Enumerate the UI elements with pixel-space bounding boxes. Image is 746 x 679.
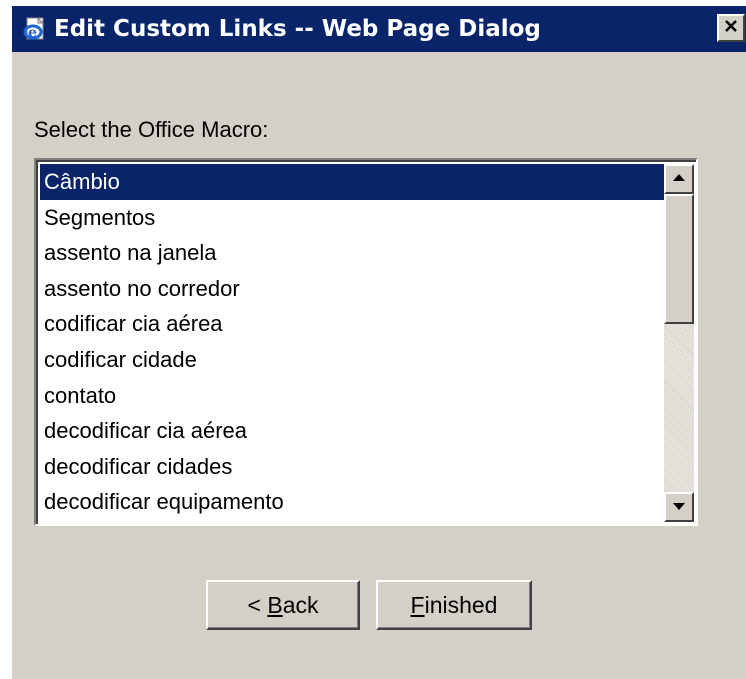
- close-button[interactable]: [717, 14, 745, 42]
- list-item[interactable]: Câmbio: [40, 164, 664, 200]
- arrow-up-icon: [672, 170, 686, 188]
- arrow-down-icon: [672, 498, 686, 516]
- macro-listbox[interactable]: Câmbio Segmentos assento na janela assen…: [34, 158, 698, 526]
- finished-button[interactable]: Finished: [376, 580, 532, 630]
- list-item[interactable]: decodificar cia aérea: [40, 413, 664, 449]
- list-item[interactable]: assento na janela: [40, 235, 664, 271]
- scroll-thumb[interactable]: [664, 194, 694, 324]
- close-icon: [723, 18, 739, 39]
- list-item[interactable]: codificar cia aérea: [40, 306, 664, 342]
- window-title: Edit Custom Links -- Web Page Dialog: [54, 16, 541, 42]
- ie-document-icon: e: [22, 16, 48, 42]
- svg-text:e: e: [28, 25, 37, 41]
- list-item[interactable]: Segmentos: [40, 200, 664, 236]
- web-page-dialog: e Edit Custom Links -- Web Page Dialog S…: [12, 6, 746, 679]
- scroll-up-button[interactable]: [664, 164, 694, 194]
- list-item[interactable]: decodificar cidades: [40, 449, 664, 485]
- list-item[interactable]: codificar cidade: [40, 342, 664, 378]
- finished-button-label: inished: [424, 591, 498, 618]
- vertical-scrollbar[interactable]: [664, 164, 694, 522]
- scroll-down-button[interactable]: [664, 492, 694, 522]
- list-item[interactable]: contato: [40, 378, 664, 414]
- back-button-mnemonic: B: [267, 591, 283, 618]
- list-item[interactable]: decodificar equipamento: [40, 484, 664, 520]
- macro-list-items[interactable]: Câmbio Segmentos assento na janela assen…: [40, 164, 664, 524]
- macro-prompt-label: Select the Office Macro:: [34, 117, 269, 142]
- title-bar[interactable]: e Edit Custom Links -- Web Page Dialog: [12, 6, 746, 52]
- list-item[interactable]: assento no corredor: [40, 271, 664, 307]
- finished-button-mnemonic: F: [410, 591, 425, 618]
- back-button-prefix: <: [247, 591, 268, 618]
- back-button[interactable]: < Back: [206, 580, 360, 630]
- back-button-label: ack: [282, 591, 319, 618]
